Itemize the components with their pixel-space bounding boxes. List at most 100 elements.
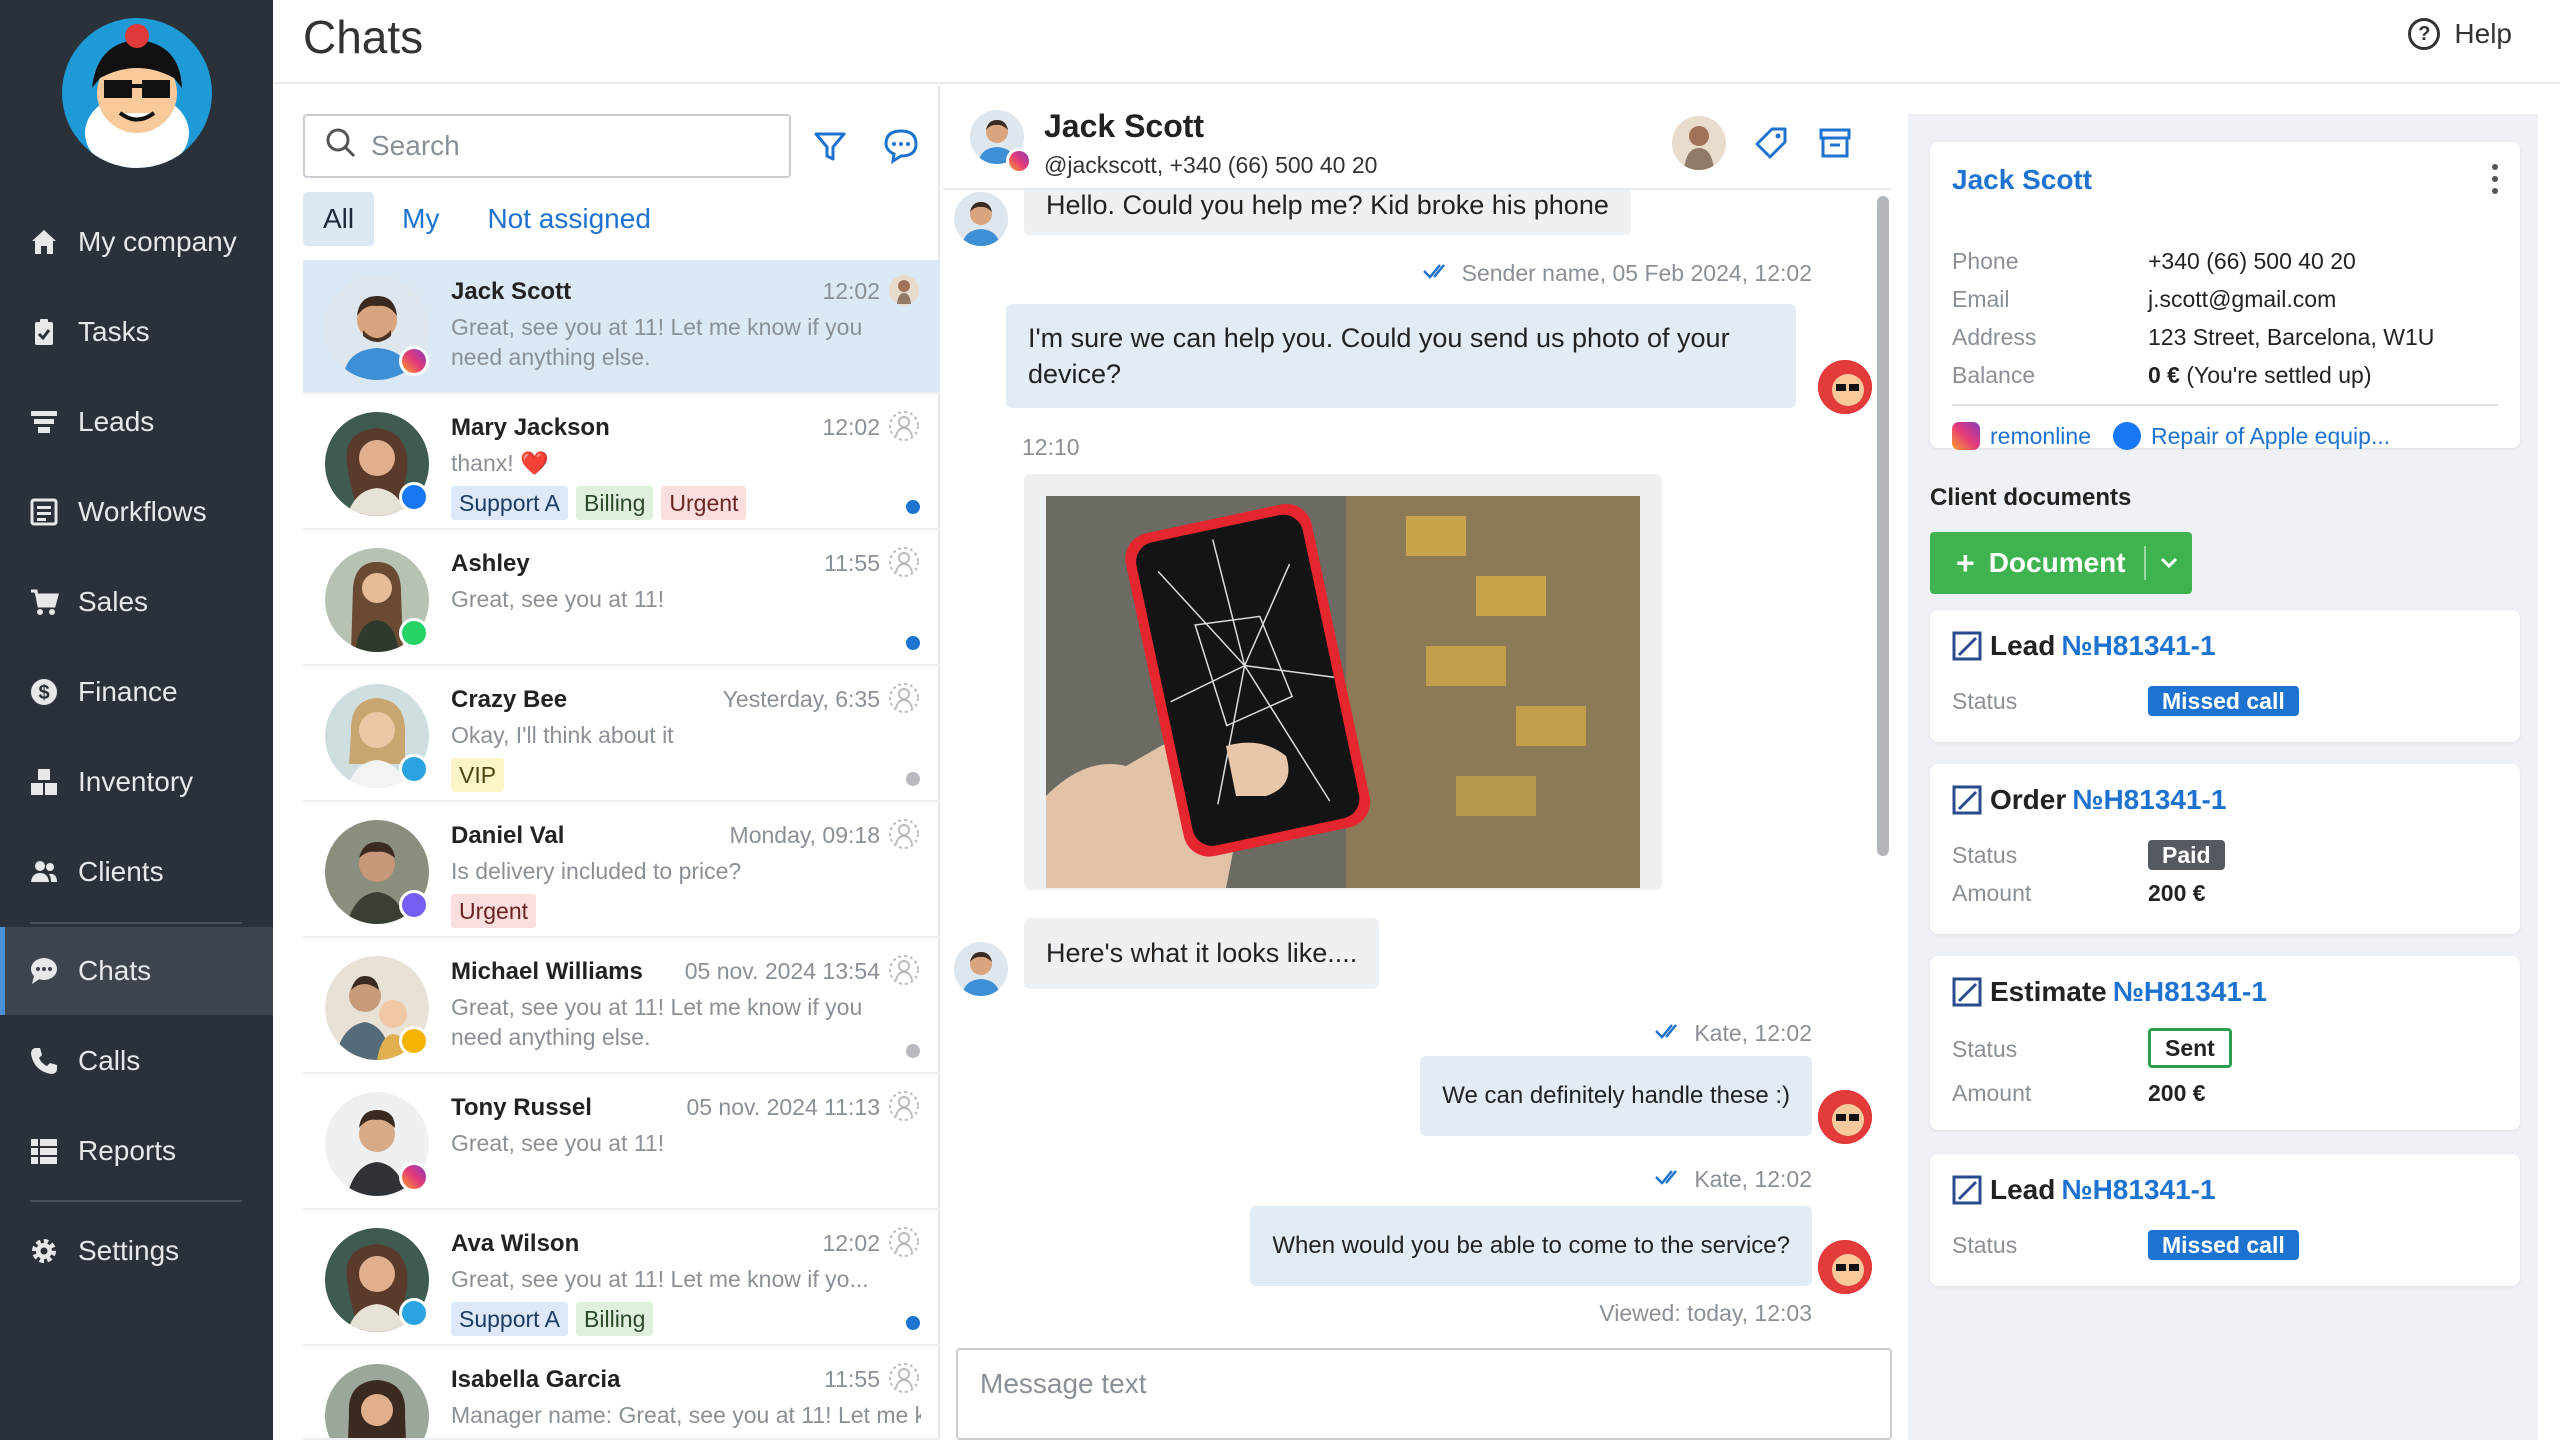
- nav-my-company[interactable]: My company: [0, 198, 273, 286]
- document-icon: [1952, 631, 1982, 661]
- chat-time: 11:55: [824, 1366, 880, 1392]
- add-document-button[interactable]: + Document: [1930, 532, 2192, 594]
- chat-preview: Is delivery included to price?: [451, 858, 742, 884]
- client-name[interactable]: Jack Scott: [1952, 164, 2092, 196]
- field-label: Phone: [1952, 248, 2019, 274]
- plus-icon: +: [1956, 544, 1975, 581]
- page-title: Chats: [303, 11, 424, 63]
- nav-finance[interactable]: $ Finance: [0, 648, 273, 736]
- document-title: Estimate №H81341-1: [1952, 976, 2267, 1008]
- document-number[interactable]: №H81341-1: [2072, 784, 2226, 816]
- chat-tags: Support A Billing: [451, 1302, 661, 1336]
- document-card[interactable]: Order №H81341-1 Status Paid Amount 200 €: [1930, 764, 2520, 934]
- agent-avatar: [1818, 1240, 1872, 1294]
- home-icon: [28, 226, 60, 258]
- chat-list-item[interactable]: Crazy Bee Yesterday, 6:35 Okay, I'll thi…: [303, 668, 940, 802]
- chat-time: 11:55: [824, 550, 880, 576]
- help-button[interactable]: ? Help: [2408, 18, 2512, 50]
- document-number[interactable]: №H81341-1: [2061, 630, 2215, 662]
- nav-leads[interactable]: Leads: [0, 378, 273, 466]
- chat-list-item[interactable]: Daniel Val Monday, 09:18 Is delivery inc…: [303, 804, 940, 938]
- unread-dot: [906, 500, 920, 514]
- search-input[interactable]: Search: [303, 114, 791, 178]
- field-label: Status: [1952, 688, 2018, 714]
- document-number[interactable]: №H81341-1: [2061, 1174, 2215, 1206]
- tab-not-assigned[interactable]: Not assigned: [467, 192, 670, 246]
- document-amount: 200 €: [2148, 1080, 2206, 1106]
- document-card[interactable]: Lead №H81341-1 Status Missed call: [1930, 610, 2520, 742]
- nav-inventory[interactable]: Inventory: [0, 738, 273, 826]
- telegram-icon: [399, 754, 429, 784]
- document-title: Lead №H81341-1: [1952, 1174, 2216, 1206]
- status-badge: Sent: [2148, 1028, 2232, 1068]
- chat-time: 05 nov. 2024 13:54: [684, 958, 880, 984]
- chat-list-item[interactable]: Mary Jackson 12:02 thanx! ❤️ Support A B…: [303, 396, 940, 530]
- chat-list-item[interactable]: Michael Williams 05 nov. 2024 13:54 Grea…: [303, 940, 940, 1074]
- more-options-icon[interactable]: [2492, 164, 2498, 194]
- client-email: j.scott@gmail.com: [2148, 286, 2337, 312]
- document-card[interactable]: Lead №H81341-1 Status Missed call: [1930, 1154, 2520, 1286]
- tag-icon[interactable]: [1754, 126, 1788, 165]
- chat-list-item[interactable]: Isabella Garcia 11:55 Manager name: Grea…: [303, 1348, 940, 1440]
- facebook-link[interactable]: Repair of Apple equip...: [2151, 423, 2390, 450]
- dollar-icon: $: [28, 676, 60, 708]
- document-type: Order: [1990, 784, 2067, 815]
- sidebar-divider: [30, 1200, 242, 1202]
- filter-icon[interactable]: [813, 130, 847, 169]
- document-number[interactable]: №H81341-1: [2113, 976, 2267, 1008]
- contact-handle: @jackscott, +340 (66) 500 40 20: [1044, 152, 1378, 178]
- status-badge: Missed call: [2148, 1230, 2299, 1260]
- message-input[interactable]: Message text: [956, 1348, 1892, 1440]
- chat-list-item[interactable]: Jack Scott 12:02 Great, see you at 11! L…: [303, 260, 940, 394]
- nav-tasks[interactable]: Tasks: [0, 288, 273, 376]
- read-dot: [906, 1044, 920, 1058]
- nav-clients[interactable]: Clients: [0, 828, 273, 916]
- sender-timestamp: Kate, 12:02: [1694, 1020, 1812, 1046]
- tag: Billing: [576, 1302, 654, 1336]
- unassigned-agent-icon: [888, 546, 920, 578]
- instagram-icon: [1952, 422, 1980, 450]
- tab-all[interactable]: All: [303, 192, 375, 246]
- instagram-icon: [1006, 148, 1032, 174]
- nav-chats[interactable]: Chats: [0, 927, 273, 1015]
- contact-avatar: [325, 1364, 429, 1438]
- tag: Support A: [451, 1302, 569, 1336]
- help-label: Help: [2454, 18, 2512, 49]
- button-label: Document: [1988, 547, 2126, 578]
- contact-name: Jack Scott: [1044, 108, 1205, 144]
- top-bar: Chats ? Help: [273, 0, 2560, 84]
- nav-label: Reports: [78, 1135, 177, 1166]
- document-amount: 200 €: [2148, 880, 2206, 906]
- instagram-link[interactable]: remonline: [1990, 423, 2091, 450]
- message-meta: Sender name, 05 Feb 2024, 12:02: [1422, 260, 1812, 287]
- search-icon: [325, 127, 357, 166]
- nav-reports[interactable]: Reports: [0, 1107, 273, 1195]
- chat-list-item[interactable]: Tony Russel 05 nov. 2024 11:13 Great, se…: [303, 1076, 940, 1210]
- facebook-icon: [2113, 422, 2141, 450]
- chat-preview: Great, see you at 11!: [451, 1130, 665, 1156]
- broken-phone-photo: [1046, 496, 1640, 888]
- nav-workflows[interactable]: Workflows: [0, 468, 273, 556]
- nav-sales[interactable]: Sales: [0, 558, 273, 646]
- document-card[interactable]: Estimate №H81341-1 Status Sent Amount 200…: [1930, 956, 2520, 1130]
- image-message[interactable]: [1024, 474, 1662, 890]
- reports-icon: [28, 1135, 60, 1167]
- chat-list-item[interactable]: Ava Wilson 12:02 Great, see you at 11! L…: [303, 1212, 940, 1346]
- tab-my[interactable]: My: [382, 192, 459, 246]
- nav-settings[interactable]: Settings: [0, 1207, 273, 1295]
- new-chat-icon[interactable]: [883, 128, 919, 169]
- chat-list-item[interactable]: Ashley 11:55 Great, see you at 11!: [303, 532, 940, 666]
- gear-icon: [28, 1235, 60, 1267]
- sender-timestamp: Kate, 12:02: [1694, 1166, 1812, 1192]
- scrollbar[interactable]: [1877, 196, 1889, 856]
- unassigned-agent-icon: [888, 1226, 920, 1258]
- assigned-agent-avatar[interactable]: [1672, 116, 1726, 170]
- nav-calls[interactable]: Calls: [0, 1017, 273, 1105]
- message-placeholder: Message text: [980, 1368, 1147, 1399]
- chevron-down-icon[interactable]: [2158, 548, 2180, 580]
- user-avatar[interactable]: [62, 18, 212, 168]
- nav-label: Chats: [78, 955, 152, 986]
- chat-preview: Okay, I'll think about it: [451, 722, 674, 748]
- sidebar: My company Tasks Leads Workflows Sales $…: [0, 0, 273, 1440]
- archive-icon[interactable]: [1818, 126, 1852, 165]
